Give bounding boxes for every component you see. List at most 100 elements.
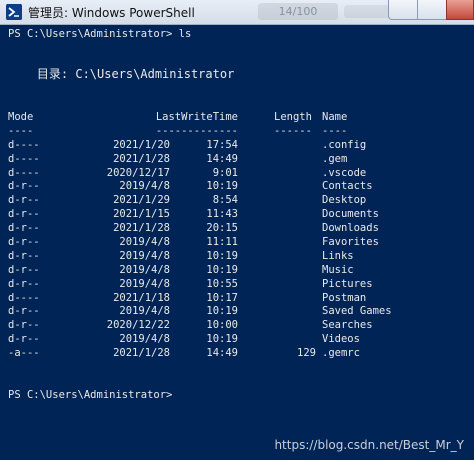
date-cell: 2021/1/28 [113, 347, 170, 360]
time-cell: 10:55 [206, 277, 238, 290]
minimize-button[interactable] [388, 0, 418, 20]
separator-mode: ---- [8, 124, 34, 137]
table-separator: ---- ------------- ------ ---- [0, 125, 474, 139]
mode-cell: d-r-- [8, 263, 40, 276]
date-cell: 2021/1/20 [113, 138, 170, 151]
time-cell: 11:11 [206, 236, 238, 249]
time-cell: 14:49 [206, 347, 238, 360]
table-header: Mode LastWriteTime Length Name [0, 111, 474, 125]
mode-cell: d---- [8, 291, 40, 304]
table-row: d---- 2020/12/17 9:01 .vscode [0, 167, 474, 181]
mode-cell: -a--- [8, 347, 40, 360]
header-length: Length [274, 111, 312, 123]
name-cell: Desktop [322, 194, 367, 207]
date-cell: 2021/1/28 [113, 222, 170, 235]
time-cell: 20:15 [206, 222, 238, 235]
separator-name: ---- [322, 124, 348, 137]
listing-table: Mode LastWriteTime Length Name ---- ----… [0, 111, 474, 361]
powershell-icon [6, 4, 22, 20]
time-cell: 10:17 [206, 291, 238, 304]
table-row: d-r-- 2019/4/8 10:19 Links [0, 250, 474, 264]
name-cell: .gem [322, 152, 348, 165]
date-cell: 2021/1/15 [113, 208, 170, 221]
header-lastwritetime: LastWriteTime [155, 111, 238, 123]
time-cell: 14:49 [206, 152, 238, 165]
time-cell: 17:54 [206, 138, 238, 151]
mode-cell: d---- [8, 166, 40, 179]
watermark: https://blog.csdn.net/Best_Mr_Y [274, 438, 464, 452]
date-cell: 2019/4/8 [119, 263, 170, 276]
window-title: 管理员: Windows PowerShell [28, 6, 195, 20]
date-cell: 2020/12/17 [106, 166, 170, 179]
time-cell: 8:54 [212, 194, 238, 207]
name-cell: Links [322, 249, 354, 262]
console-output[interactable]: PS C:\Users\Administrator> ls 目录: C:\Use… [0, 25, 474, 460]
header-mode: Mode [8, 111, 34, 123]
table-row: d-r-- 2019/4/8 10:19 Contacts [0, 180, 474, 194]
table-row: d---- 2021/1/28 14:49 .gem [0, 153, 474, 167]
command-line: PS C:\Users\Administrator> ls [8, 28, 192, 40]
prompt-line: PS C:\Users\Administrator> [8, 389, 173, 401]
table-row: d-r-- 2021/1/29 8:54 Desktop [0, 194, 474, 208]
time-cell: 10:19 [206, 305, 238, 318]
title-faded-label: 14/100 [258, 3, 338, 20]
mode-cell: d---- [8, 152, 40, 165]
title-bar[interactable]: 管理员: Windows PowerShell 14/100 [0, 0, 474, 25]
mode-cell: d-r-- [8, 277, 40, 290]
name-cell: .gemrc [322, 347, 360, 360]
table-row: d-r-- 2021/1/28 20:15 Downloads [0, 222, 474, 236]
date-cell: 2021/1/28 [113, 152, 170, 165]
separator-length: ------ [274, 124, 312, 137]
separator-lastwritetime: ------------- [155, 124, 238, 137]
mode-cell: d-r-- [8, 333, 40, 346]
time-cell: 10:19 [206, 249, 238, 262]
date-cell: 2021/1/18 [113, 291, 170, 304]
mode-cell: d-r-- [8, 194, 40, 207]
table-row: d---- 2021/1/20 17:54 .config [0, 139, 474, 153]
mode-cell: d---- [8, 138, 40, 151]
name-cell: Saved Games [322, 305, 392, 318]
close-button[interactable] [446, 0, 474, 20]
name-cell: Pictures [322, 277, 373, 290]
table-row: d-r-- 2019/4/8 10:19 Saved Games [0, 305, 474, 319]
name-cell: Downloads [322, 222, 379, 235]
maximize-button[interactable] [417, 0, 447, 20]
table-row: d-r-- 2019/4/8 11:11 Favorites [0, 236, 474, 250]
name-cell: Documents [322, 208, 379, 221]
name-cell: Postman [322, 291, 367, 304]
date-cell: 2019/4/8 [119, 333, 170, 346]
name-cell: .vscode [322, 166, 367, 179]
mode-cell: d-r-- [8, 208, 40, 221]
table-row: d-r-- 2021/1/15 11:43 Documents [0, 208, 474, 222]
length-cell: 129 [297, 347, 316, 360]
mode-cell: d-r-- [8, 249, 40, 262]
mode-cell: d-r-- [8, 180, 40, 193]
mode-cell: d-r-- [8, 236, 40, 249]
date-cell: 2019/4/8 [119, 277, 170, 290]
table-body: d---- 2021/1/20 17:54 .config d---- 2021/1/28… [0, 139, 474, 361]
table-row: d-r-- 2020/12/22 10:00 Searches [0, 319, 474, 333]
date-cell: 2019/4/8 [119, 249, 170, 262]
mode-cell: d-r-- [8, 222, 40, 235]
header-name: Name [322, 111, 348, 123]
time-cell: 9:01 [212, 166, 238, 179]
name-cell: Music [322, 263, 354, 276]
date-cell: 2019/4/8 [119, 305, 170, 318]
mode-cell: d-r-- [8, 305, 40, 318]
time-cell: 10:19 [206, 180, 238, 193]
time-cell: 10:19 [206, 263, 238, 276]
date-cell: 2019/4/8 [119, 236, 170, 249]
name-cell: Searches [322, 319, 373, 332]
table-row: d-r-- 2019/4/8 10:19 Videos [0, 333, 474, 347]
name-cell: .config [322, 138, 367, 151]
name-cell: Contacts [322, 180, 373, 193]
table-row: d---- 2021/1/18 10:17 Postman [0, 292, 474, 306]
directory-line: 目录: C:\Users\Administrator [8, 67, 235, 81]
powershell-window: 管理员: Windows PowerShell 14/100 PS C:\Use… [0, 0, 474, 460]
title-ghost-block [344, 5, 390, 18]
time-cell: 11:43 [206, 208, 238, 221]
name-cell: Favorites [322, 236, 379, 249]
date-cell: 2019/4/8 [119, 180, 170, 193]
mode-cell: d-r-- [8, 319, 40, 332]
table-row: -a--- 2021/1/28 14:49 129 .gemrc [0, 347, 474, 361]
